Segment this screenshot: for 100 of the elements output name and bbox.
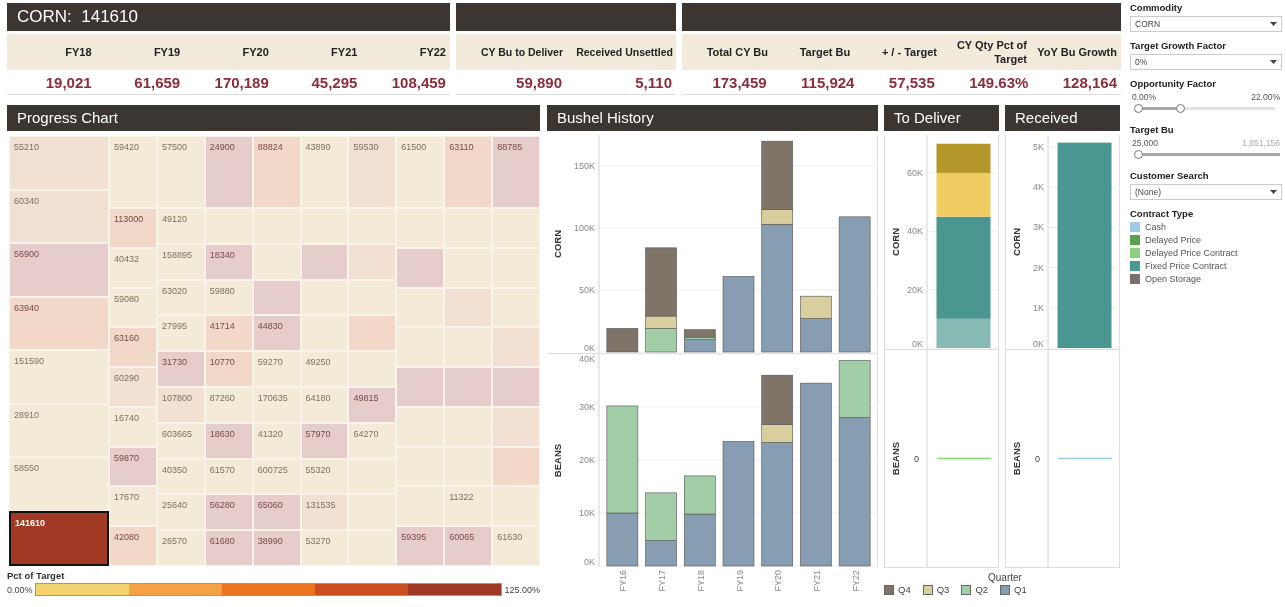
treemap-tile[interactable]: 60290 — [109, 367, 157, 407]
treemap-tile[interactable]: 151590 — [9, 350, 109, 404]
slider-thumb[interactable] — [1134, 150, 1143, 159]
treemap-tile[interactable]: 49815 — [348, 387, 397, 423]
treemap-tile[interactable] — [204, 208, 253, 244]
treemap-tile[interactable] — [396, 327, 445, 368]
treemap-tile[interactable] — [444, 406, 493, 447]
treemap-tile[interactable]: 59530 — [348, 136, 397, 208]
treemap-tile[interactable] — [396, 406, 445, 447]
treemap-tile[interactable]: 131535 — [300, 494, 349, 531]
slider-thumb[interactable] — [1134, 104, 1143, 113]
treemap-tile[interactable]: 59395 — [396, 526, 445, 567]
slider-thumb[interactable] — [1176, 104, 1186, 113]
treemap-tile[interactable]: 43890 — [300, 136, 349, 208]
treemap-tile[interactable] — [492, 367, 540, 407]
treemap-tile[interactable]: 603665 — [156, 422, 205, 459]
treemap-tile[interactable]: 87260 — [204, 387, 253, 423]
treemap-tile[interactable] — [492, 287, 540, 328]
treemap-tile[interactable]: 25640 — [156, 494, 205, 531]
dropdown[interactable]: (None) — [1130, 184, 1282, 200]
treemap-tile[interactable]: 59880 — [204, 279, 253, 316]
treemap-tile[interactable]: 58550 — [9, 457, 109, 511]
treemap-tile[interactable] — [444, 287, 493, 328]
treemap-tile[interactable]: 64180 — [300, 387, 349, 423]
treemap-tile[interactable] — [300, 208, 349, 244]
treemap-tile[interactable]: 59420 — [109, 136, 157, 208]
treemap-tile[interactable]: 41320 — [252, 422, 301, 459]
treemap-tile[interactable]: 63940 — [9, 296, 109, 350]
treemap-tile[interactable]: 63160 — [109, 327, 157, 368]
treemap-tile[interactable]: 26570 — [156, 530, 205, 566]
treemap-tile[interactable]: 16740 — [109, 406, 157, 447]
slider-track[interactable] — [1134, 149, 1280, 160]
treemap-tile[interactable]: 49120 — [156, 208, 205, 244]
treemap-tile[interactable]: 53270 — [300, 530, 349, 566]
treemap-tile[interactable]: 18630 — [204, 422, 253, 459]
treemap-tile[interactable]: 55210 — [9, 136, 109, 190]
treemap-tile[interactable] — [492, 247, 540, 288]
treemap-tile[interactable] — [444, 327, 493, 368]
treemap-tile[interactable]: 600725 — [252, 458, 301, 495]
treemap-tile[interactable] — [396, 208, 445, 248]
treemap-tile[interactable]: 17670 — [109, 486, 157, 527]
treemap-tile[interactable]: 27995 — [156, 315, 205, 352]
treemap-tile[interactable]: 60340 — [9, 189, 109, 243]
treemap-tile[interactable]: 28910 — [9, 403, 109, 457]
treemap-tile[interactable] — [348, 351, 397, 387]
treemap-tile[interactable]: 38990 — [252, 530, 301, 566]
treemap-tile[interactable]: 61570 — [204, 458, 253, 495]
treemap-tile[interactable] — [396, 247, 445, 288]
treemap-tile[interactable]: 31730 — [156, 351, 205, 387]
treemap-tile[interactable] — [348, 315, 397, 352]
treemap-tile[interactable] — [348, 279, 397, 316]
treemap-tile[interactable]: 42080 — [109, 526, 157, 567]
treemap-tile[interactable] — [252, 208, 301, 244]
treemap-tile[interactable] — [300, 315, 349, 352]
treemap-tile[interactable]: 107800 — [156, 387, 205, 423]
treemap-tile[interactable]: 65060 — [252, 494, 301, 531]
treemap-tile[interactable] — [396, 486, 445, 527]
treemap-tile[interactable]: 170635 — [252, 387, 301, 423]
treemap-tile[interactable] — [444, 367, 493, 407]
treemap-tile[interactable] — [348, 530, 397, 566]
treemap-tile[interactable]: 41714 — [204, 315, 253, 352]
treemap-tile[interactable] — [252, 243, 301, 280]
treemap-tile[interactable] — [348, 208, 397, 244]
treemap-tile[interactable]: 61630 — [492, 526, 540, 567]
treemap-tile[interactable] — [300, 243, 349, 280]
treemap-tile[interactable]: 59080 — [109, 287, 157, 328]
treemap-tile[interactable] — [444, 247, 493, 288]
treemap-tile[interactable]: 59270 — [252, 351, 301, 387]
treemap-tile[interactable] — [492, 486, 540, 527]
treemap-tile[interactable] — [492, 406, 540, 447]
treemap-tile[interactable]: 113000 — [109, 208, 157, 248]
treemap-tile[interactable]: 60065 — [444, 526, 493, 567]
treemap-tile[interactable]: 40432 — [109, 247, 157, 288]
treemap-tile[interactable]: 56280 — [204, 494, 253, 531]
treemap-tile[interactable]: 11322 — [444, 486, 493, 527]
treemap-tile[interactable] — [492, 446, 540, 487]
treemap-tile[interactable]: 18340 — [204, 243, 253, 280]
treemap-tile[interactable] — [300, 279, 349, 316]
treemap-tile[interactable]: 63020 — [156, 279, 205, 316]
treemap-tile[interactable] — [492, 327, 540, 368]
treemap-tile[interactable]: 44830 — [252, 315, 301, 352]
treemap-tile[interactable]: 141610 — [9, 510, 109, 566]
treemap-tile[interactable]: 55320 — [300, 458, 349, 495]
treemap-tile[interactable] — [444, 446, 493, 487]
treemap-tile[interactable]: 57970 — [300, 422, 349, 459]
treemap-tile[interactable]: 63110 — [444, 136, 493, 208]
treemap-tile[interactable]: 49250 — [300, 351, 349, 387]
treemap-tile[interactable] — [492, 208, 540, 248]
treemap-tile[interactable]: 24900 — [204, 136, 253, 208]
treemap-tile[interactable] — [444, 208, 493, 248]
treemap-tile[interactable]: 40350 — [156, 458, 205, 495]
dropdown[interactable]: 0% — [1130, 54, 1282, 70]
treemap-tile[interactable]: 158895 — [156, 243, 205, 280]
treemap-tile[interactable]: 61680 — [204, 530, 253, 566]
treemap-tile[interactable]: 88785 — [492, 136, 540, 208]
treemap-tile[interactable]: 57500 — [156, 136, 205, 208]
treemap-tile[interactable]: 59870 — [109, 446, 157, 487]
dropdown[interactable]: CORN — [1130, 16, 1282, 32]
treemap-tile[interactable]: 61500 — [396, 136, 445, 208]
treemap-tile[interactable]: 88824 — [252, 136, 301, 208]
